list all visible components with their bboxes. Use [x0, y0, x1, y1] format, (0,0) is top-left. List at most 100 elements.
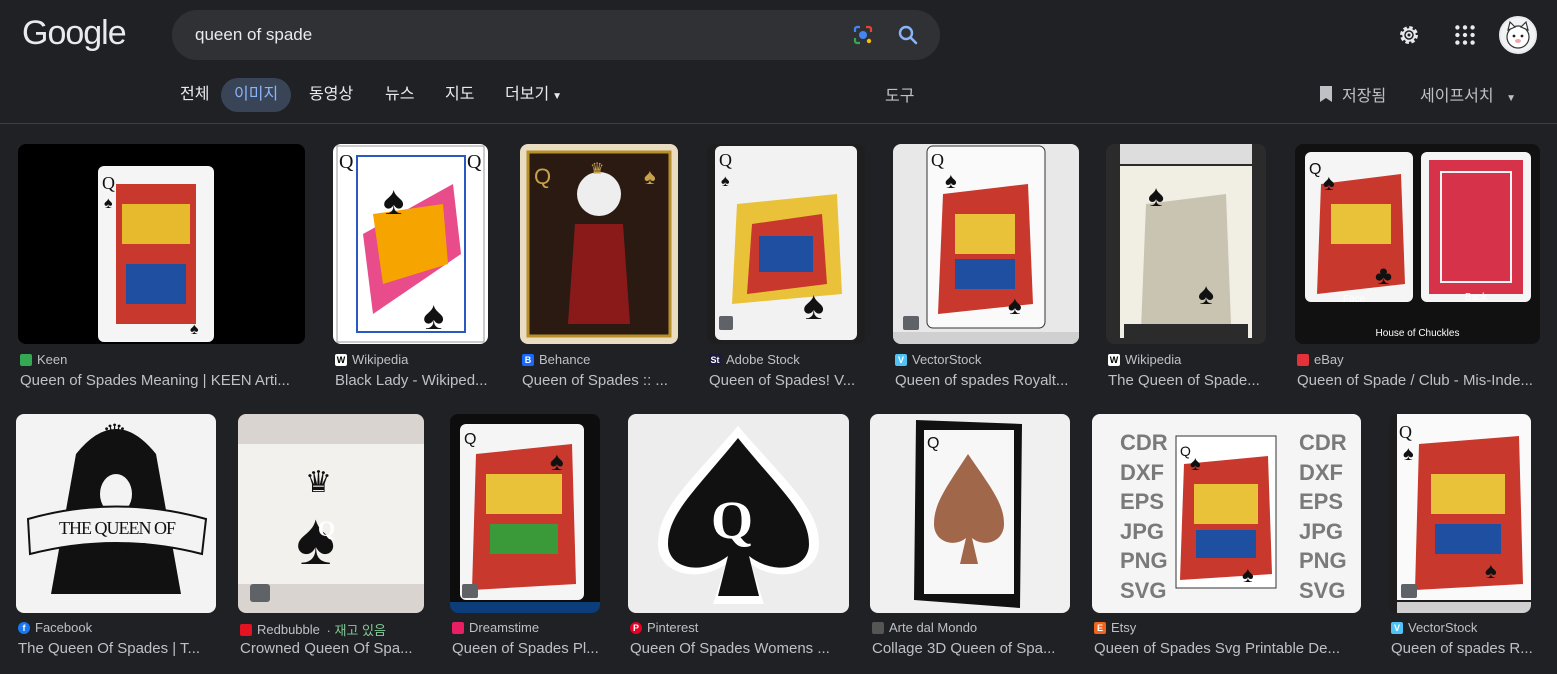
top-bar: Google queen of spade 전체 이미지 동영상 뉴스 지도 더… [0, 0, 1557, 124]
result-title[interactable]: Queen of Spades Svg Printable De... [1094, 640, 1363, 657]
source-name: eBay [1314, 352, 1344, 367]
result-title[interactable]: Queen of spades R... [1391, 640, 1536, 657]
banner-text: THE QUEEN OF SPADES [59, 518, 176, 559]
result-thumbnail[interactable]: Q [628, 414, 849, 613]
adobe-stock-icon: St [709, 353, 721, 366]
safesearch-button[interactable]: 세이프서치 ▼ [1420, 82, 1516, 106]
saved-label: 저장됨 [1342, 88, 1387, 105]
svg-text:Q: Q [711, 490, 753, 550]
search-box[interactable]: queen of spade [172, 10, 940, 60]
source-name: Facebook [35, 620, 93, 635]
result-title[interactable]: Queen of Spade / Club - Mis-Inde... [1297, 372, 1542, 389]
source-name: Wikipedia [352, 352, 409, 367]
result-source[interactable]: Redbubble · 재고 있음 [240, 620, 386, 639]
vectorstock-icon: V [895, 353, 907, 366]
result-source[interactable]: W Wikipedia [335, 352, 408, 367]
format-label: SVG [1299, 577, 1346, 603]
source-name: Pinterest [647, 620, 699, 635]
result-title[interactable]: The Queen of Spade... [1108, 372, 1268, 389]
behance-icon: B [522, 353, 534, 366]
svg-text:♠: ♠ [803, 284, 824, 328]
result-thumbnail[interactable]: Q [870, 414, 1070, 613]
result-source[interactable]: eBay [1297, 352, 1344, 367]
svg-text:♠: ♠ [1242, 562, 1254, 587]
result-thumbnail[interactable]: ♠ ♠ Q Q [333, 144, 488, 344]
vectorstock-icon: V [1391, 621, 1403, 634]
result-thumbnail[interactable]: Q ♠ [450, 414, 600, 613]
result-title[interactable]: Black Lady - Wikiped... [335, 372, 495, 389]
result-thumbnail[interactable]: ♛ ♠ Q [238, 414, 424, 613]
svg-text:♛: ♛ [305, 466, 332, 499]
tab-label: 지도 [445, 86, 475, 103]
result-source[interactable]: E Etsy [1094, 620, 1136, 635]
result-title[interactable]: The Queen Of Spades | T... [18, 640, 218, 657]
gear-icon[interactable] [1396, 22, 1422, 48]
dreamstime-icon [452, 621, 464, 634]
search-icon[interactable] [896, 23, 920, 47]
google-logo[interactable]: Google [22, 14, 127, 53]
queen-of-spades-card-image: Q ♠ ♠ [715, 146, 857, 340]
svg-text:Q: Q [318, 516, 335, 541]
result-source[interactable]: B Behance [522, 352, 590, 367]
format-label: EPS [1299, 489, 1344, 514]
tab-news[interactable]: 뉴스 [372, 78, 427, 112]
result-source[interactable]: V VectorStock [1391, 620, 1477, 635]
pinterest-icon: P [630, 621, 642, 634]
result-title[interactable]: Queen of Spades Pl... [452, 640, 607, 657]
result-title[interactable]: Queen of Spades Meaning | KEEN Arti... [20, 372, 307, 389]
avatar[interactable] [1499, 16, 1537, 54]
result-thumbnail[interactable]: ♛ THE QUEEN OF SPADES [16, 414, 216, 613]
wikipedia-icon: W [1108, 353, 1120, 366]
tab-more[interactable]: 더보기 ▼ [492, 78, 575, 112]
result-source[interactable]: St Adobe Stock [709, 352, 800, 367]
result-thumbnail[interactable]: ♠ ♠ [1106, 144, 1266, 344]
result-source[interactable]: V VectorStock [895, 352, 981, 367]
svg-text:♠: ♠ [190, 321, 199, 338]
tab-all[interactable]: 전체 [167, 78, 222, 112]
result-thumbnail[interactable]: Q ♠ ♠ [707, 144, 865, 344]
result-title[interactable]: Queen Of Spades Womens ... [630, 640, 840, 657]
result-source[interactable]: Dreamstime [452, 620, 539, 635]
source-name: VectorStock [1408, 620, 1478, 635]
format-label: CDR [1299, 430, 1347, 455]
svg-text:♣: ♣ [1375, 260, 1392, 290]
result-title[interactable]: Queen of Spades! V... [709, 372, 869, 389]
search-input[interactable]: queen of spade [195, 25, 312, 45]
result-source[interactable]: Keen [20, 352, 67, 367]
result-thumbnail[interactable]: Q ♠ ♛ [520, 144, 678, 344]
tab-maps[interactable]: 지도 [432, 78, 487, 112]
result-title[interactable]: Queen of Spades :: ... [522, 372, 682, 389]
image-results-grid: Q ♠ ♠ Keen Queen of Spades Meaning | KEE… [0, 124, 1557, 674]
result-thumbnail[interactable]: Q ♠ ♠ [893, 144, 1079, 344]
avatar-cat-icon [1506, 20, 1530, 49]
result-thumbnail[interactable]: Q ♠ ♠ CDR DXF EPS JPG PNG SVG CDR DXF EP… [1092, 414, 1361, 613]
tab-images[interactable]: 이미지 [221, 78, 292, 112]
tab-videos[interactable]: 동영상 [296, 78, 366, 112]
queen-of-spades-card-image: Q ♠ ♠ [98, 166, 214, 342]
svg-text:♠: ♠ [644, 164, 656, 189]
svg-text:Q: Q [931, 150, 944, 170]
svg-text:♠: ♠ [1403, 443, 1414, 465]
google-lens-icon[interactable] [851, 23, 875, 47]
result-source[interactable]: W Wikipedia [1108, 352, 1181, 367]
source-name: Arte dal Mondo [889, 620, 978, 635]
bookmark-icon [1320, 86, 1332, 102]
result-title[interactable]: Collage 3D Queen of Spa... [872, 640, 1072, 657]
result-title[interactable]: Queen of spades Royalt... [895, 372, 1081, 389]
svg-text:♛: ♛ [590, 161, 604, 178]
saved-button[interactable]: 저장됨 [1318, 82, 1386, 106]
source-name: Adobe Stock [726, 352, 800, 367]
apps-grid-icon[interactable] [1452, 22, 1478, 48]
result-source[interactable]: Arte dal Mondo [872, 620, 977, 635]
result-thumbnail[interactable]: Q ♠ ♠ [1389, 414, 1531, 613]
result-source[interactable]: f Facebook [18, 620, 92, 635]
result-source[interactable]: P Pinterest [630, 620, 698, 635]
result-thumbnail[interactable]: Q ♠ ♠ [18, 144, 305, 344]
wikipedia-icon: W [335, 353, 347, 366]
result-thumbnail[interactable]: Q ♠ ♣ Face Back House of Chuckles [1295, 144, 1540, 344]
framed-spade-collage-image: Q [914, 420, 1022, 608]
result-title[interactable]: Crowned Queen Of Spa... [240, 640, 426, 657]
format-label: JPG [1299, 518, 1344, 544]
ebay-icon [1297, 353, 1309, 366]
tools-button[interactable]: 도구 [885, 82, 914, 106]
